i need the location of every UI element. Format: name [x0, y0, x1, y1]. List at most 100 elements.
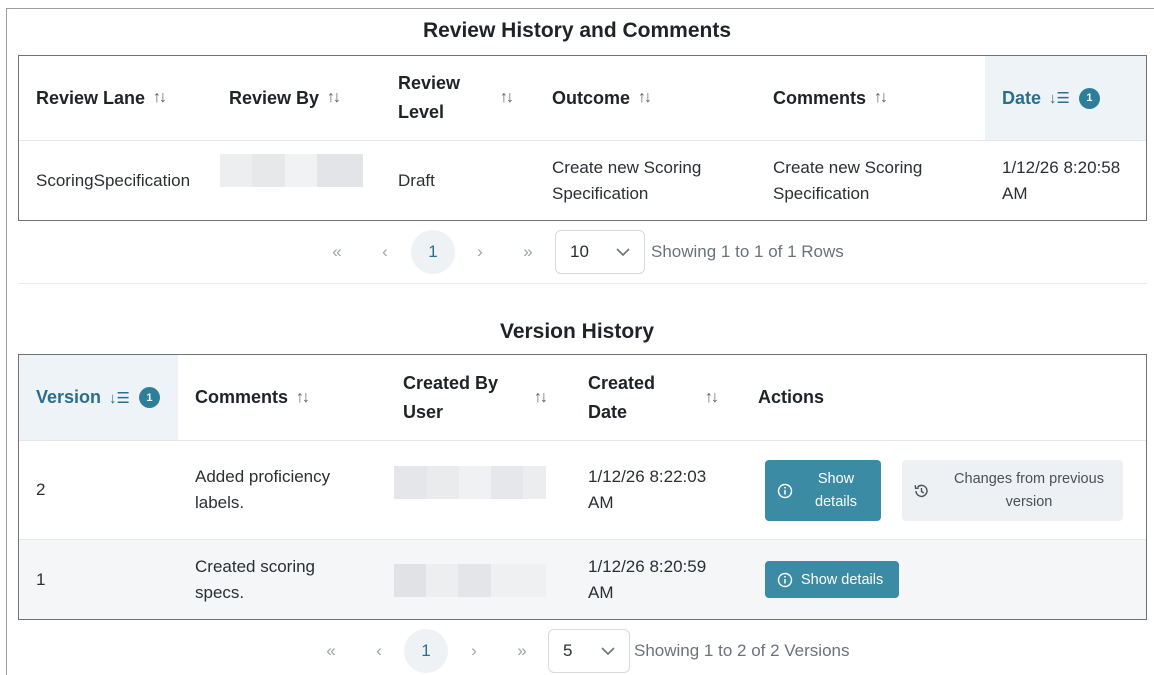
comments-cell: Create new Scoring Specification: [773, 141, 973, 221]
version-history-title: Version History: [499, 320, 655, 343]
header-actions: Actions: [758, 355, 958, 440]
last-page-button[interactable]: »: [513, 229, 543, 275]
next-page-button[interactable]: ›: [467, 229, 493, 275]
section-divider: [18, 283, 1147, 284]
review-history-title: Review History and Comments: [422, 19, 732, 42]
comments-line-1: Create new Scoring: [773, 158, 923, 177]
header-comments-label: Comments: [773, 87, 867, 108]
created-date-line-2: AM: [588, 493, 614, 512]
info-icon: [777, 572, 793, 587]
comments-cell: Created scoring specs.: [195, 540, 385, 619]
header-created-by-user[interactable]: Created By User ↑↓: [403, 355, 563, 440]
sort-descending-icon[interactable]: ↓☰: [1049, 89, 1070, 107]
table-row-striped: [19, 540, 1146, 619]
comments-line-2: specs.: [195, 582, 245, 602]
page-1-button[interactable]: 1: [411, 230, 455, 274]
versions-pagination-info: Showing 1 to 2 of 2 Versions: [634, 641, 850, 660]
sort-icon[interactable]: ↑↓: [638, 89, 652, 107]
review-pagination: « ‹ 1 › » 10 Showing 1 to 1 of 1 Rows: [0, 229, 1154, 275]
sort-order-badge: 1: [138, 387, 160, 408]
next-page-button[interactable]: ›: [461, 628, 487, 674]
changes-label-2: version: [1005, 493, 1053, 510]
sort-icon[interactable]: ↑↓: [874, 89, 888, 107]
header-review-lane[interactable]: Review Lane ↑↓: [36, 56, 216, 140]
sort-icon[interactable]: ↑↓: [705, 389, 719, 407]
page-size-value: 5: [563, 641, 573, 660]
header-date-label: Date: [1002, 87, 1042, 108]
show-details-label-2: details: [815, 493, 857, 510]
page-1-button[interactable]: 1: [404, 629, 448, 673]
sort-descending-icon[interactable]: ↓☰: [109, 389, 130, 407]
header-created-by-label-1: Created By: [403, 372, 499, 393]
created-date-cell: 1/12/26 8:20:59 AM: [588, 540, 738, 619]
prev-page-button[interactable]: ‹: [372, 229, 398, 275]
header-actions-label: Actions: [758, 387, 825, 407]
date-line-2: AM: [1002, 184, 1028, 203]
outcome-cell: Create new Scoring Specification: [552, 141, 752, 221]
header-review-by[interactable]: Review By ↑↓: [229, 56, 389, 140]
sort-icon[interactable]: ↑↓: [534, 389, 548, 407]
header-outcome[interactable]: Outcome ↑↓: [552, 56, 752, 140]
comments-line-1: Added proficiency: [195, 467, 331, 486]
changes-from-previous-button[interactable]: Changes from previous version: [902, 460, 1123, 521]
history-icon: [914, 484, 928, 497]
header-created-date-label-1: Created: [588, 372, 656, 393]
first-page-button[interactable]: «: [322, 229, 352, 275]
redacted-creator: [394, 564, 546, 597]
prev-page-button[interactable]: ‹: [366, 628, 392, 674]
review-level-cell: Draft: [398, 171, 435, 190]
header-created-by-label-2: User: [403, 401, 444, 422]
version-cell: 2: [36, 480, 46, 499]
page-frame-top: [6, 8, 1154, 9]
header-review-level-label-2: Level: [398, 102, 445, 122]
show-details-button[interactable]: Show details: [765, 561, 899, 598]
outcome-line-2: Specification: [552, 184, 649, 203]
page-size-select[interactable]: 5: [548, 629, 630, 673]
chevron-down-icon: [616, 248, 630, 257]
show-details-label: Show details: [801, 571, 884, 588]
page-size-value: 10: [570, 242, 589, 261]
review-history-table: Review Lane ↑↓ Review By ↑↓ Review Level…: [18, 55, 1147, 221]
outcome-line-1: Create new Scoring: [552, 158, 702, 177]
header-version[interactable]: Version ↓☰ 1: [19, 355, 178, 440]
header-review-level[interactable]: Review Level ↑↓: [398, 56, 528, 140]
last-page-button[interactable]: »: [507, 628, 537, 674]
sort-icon[interactable]: ↑↓: [153, 89, 167, 107]
sort-icon[interactable]: ↑↓: [296, 389, 310, 407]
comments-line-2: Specification: [773, 184, 870, 203]
header-version-label: Version: [36, 387, 102, 407]
header-comments[interactable]: Comments ↑↓: [773, 56, 973, 140]
header-date[interactable]: Date ↓☰ 1: [985, 56, 1146, 140]
sort-icon[interactable]: ↑↓: [500, 89, 514, 107]
header-comments-label: Comments: [195, 387, 289, 407]
created-date-line-2: AM: [588, 582, 614, 602]
header-review-by-label: Review By: [229, 87, 320, 108]
show-details-button[interactable]: Show details: [765, 460, 881, 521]
redacted-reviewer: [220, 154, 363, 187]
review-pagination-info: Showing 1 to 1 of 1 Rows: [651, 242, 844, 261]
header-created-date[interactable]: Created Date ↑↓: [588, 355, 738, 440]
version-cell: 1: [36, 569, 46, 589]
header-review-level-label-1: Review: [398, 73, 461, 93]
chevron-down-icon: [601, 647, 615, 656]
row-divider: [19, 440, 1146, 441]
created-date-line-1: 1/12/26 8:20:59: [588, 556, 707, 576]
comments-cell: Added proficiency labels.: [195, 441, 385, 539]
redacted-creator: [394, 466, 546, 499]
header-review-lane-label: Review Lane: [36, 87, 146, 108]
sort-icon[interactable]: ↑↓: [327, 89, 341, 107]
header-outcome-label: Outcome: [552, 87, 631, 108]
first-page-button[interactable]: «: [316, 628, 346, 674]
version-history-table: Version ↓☰ 1 Comments ↑↓ Created By User…: [18, 354, 1147, 620]
header-created-date-label-2: Date: [588, 401, 628, 422]
comments-line-2: labels.: [195, 493, 245, 512]
comments-line-1: Created scoring: [195, 556, 316, 576]
changes-label-1: Changes from previous: [954, 470, 1104, 487]
created-date-line-1: 1/12/26 8:22:03: [588, 467, 707, 486]
review-lane-cell: ScoringSpecification: [36, 171, 191, 190]
page-size-select[interactable]: 10: [555, 230, 645, 274]
sort-order-badge: 1: [1078, 87, 1100, 109]
header-comments[interactable]: Comments ↑↓: [195, 355, 385, 440]
info-icon: [777, 483, 793, 498]
date-cell: 1/12/26 8:20:58 AM: [1002, 141, 1142, 221]
